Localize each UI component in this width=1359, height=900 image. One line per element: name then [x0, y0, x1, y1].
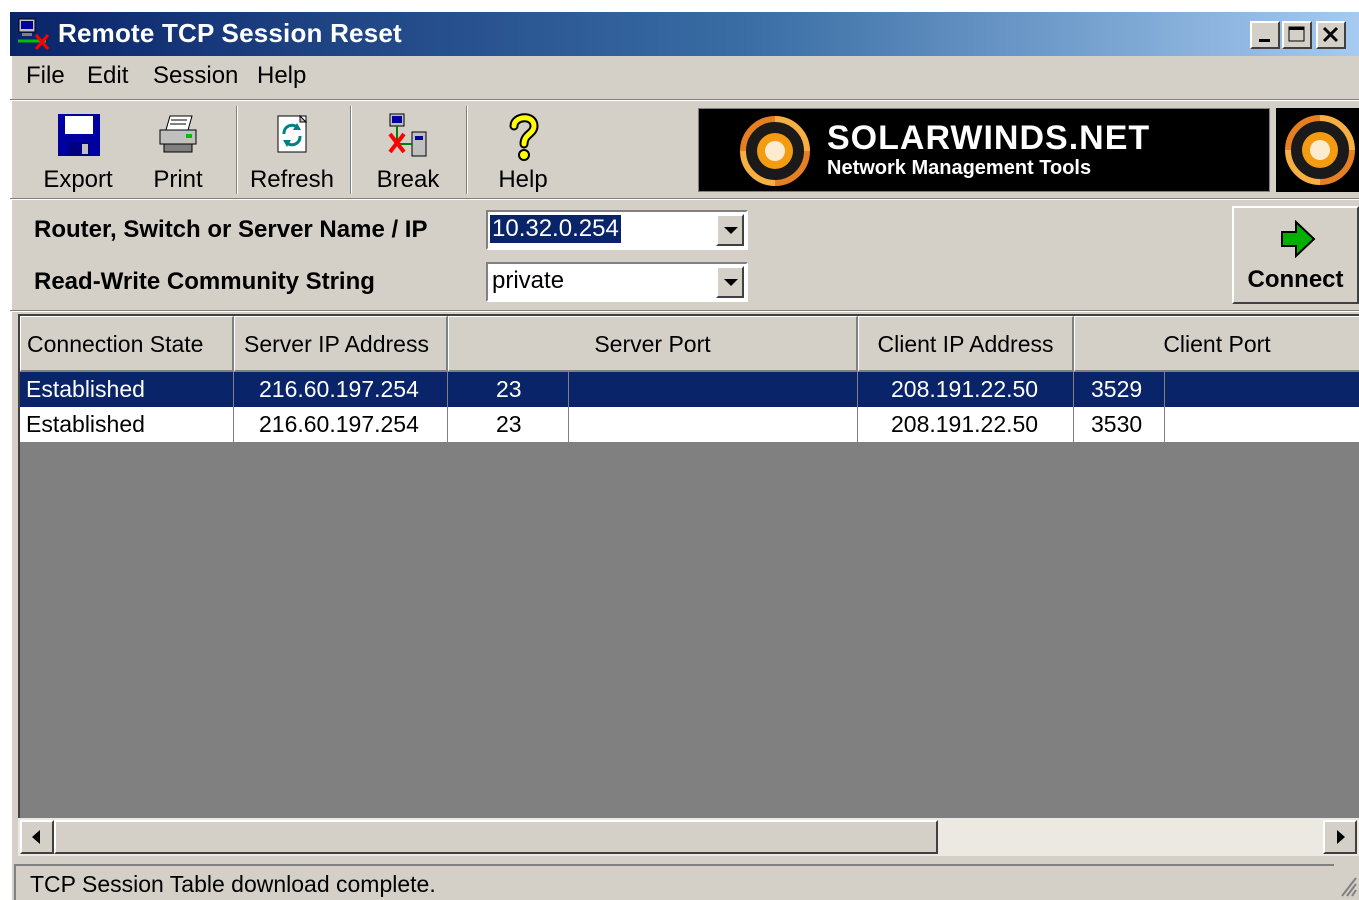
connect-label: Connect — [1247, 266, 1344, 293]
cell-server-port: 23 — [448, 407, 569, 442]
router-dropdown-button[interactable] — [716, 214, 744, 246]
toolbar-separator — [466, 106, 468, 194]
community-label: Read-Write Community String — [34, 268, 375, 295]
table-row[interactable]: Established 216.60.197.254 23 208.191.22… — [20, 407, 1359, 443]
menu-bar: File Edit Session Help — [10, 56, 1359, 98]
close-icon — [1322, 26, 1339, 43]
print-button[interactable]: Print — [138, 104, 218, 196]
cell-client-ip: 208.191.22.50 — [858, 372, 1074, 407]
cell-blank — [569, 372, 858, 407]
scroll-right-button[interactable] — [1323, 820, 1357, 854]
cell-server-ip: 216.60.197.254 — [234, 407, 448, 442]
minimize-button[interactable] — [1250, 21, 1280, 49]
arrow-right-icon — [1337, 830, 1345, 844]
column-header-client-port[interactable]: Client Port — [1074, 316, 1359, 372]
column-header-client-ip[interactable]: Client IP Address — [858, 316, 1074, 372]
column-header-connection-state[interactable]: Connection State — [20, 316, 234, 372]
export-button[interactable]: Export — [32, 104, 124, 196]
arrow-right-icon — [1281, 220, 1316, 258]
column-header-server-ip[interactable]: Server IP Address — [234, 316, 448, 372]
menu-edit[interactable]: Edit — [87, 62, 128, 90]
question-mark-icon — [509, 113, 539, 161]
solarwinds-logo-icon — [740, 116, 810, 186]
router-combo[interactable]: 10.32.0.254 — [486, 210, 748, 250]
menu-help[interactable]: Help — [257, 62, 306, 90]
brand-tagline: Network Management Tools — [827, 157, 1092, 179]
floppy-disk-icon — [58, 114, 100, 156]
close-button[interactable] — [1316, 21, 1346, 49]
cell-client-port: 3529 — [1074, 372, 1165, 407]
print-label: Print — [153, 166, 203, 193]
menu-file[interactable]: File — [26, 62, 65, 90]
form-divider — [10, 310, 1359, 312]
cell-connection-state: Established — [20, 407, 234, 442]
community-combo[interactable]: private — [486, 262, 748, 302]
cell-server-ip: 216.60.197.254 — [234, 372, 448, 407]
break-connection-icon — [388, 113, 427, 157]
router-input[interactable]: 10.32.0.254 — [490, 215, 621, 243]
toolbar-separator — [236, 106, 238, 194]
menu-session[interactable]: Session — [153, 62, 238, 90]
solarwinds-banner[interactable]: SOLARWINDS.NET Network Management Tools — [698, 108, 1270, 192]
app-icon — [18, 18, 50, 50]
router-label: Router, Switch or Server Name / IP — [34, 216, 428, 243]
cell-server-port: 23 — [448, 372, 569, 407]
refresh-icon — [277, 114, 308, 153]
cell-blank — [569, 407, 858, 442]
solarwinds-logo-icon — [1285, 115, 1355, 185]
cell-client-ip: 208.191.22.50 — [858, 407, 1074, 442]
cell-connection-state: Established — [20, 372, 234, 407]
status-pane: TCP Session Table download complete. — [14, 864, 1334, 900]
break-button[interactable]: Break — [362, 104, 454, 196]
printer-icon — [159, 115, 197, 153]
cell-client-port: 3530 — [1074, 407, 1165, 442]
brand-name: SOLARWINDS.NET — [827, 119, 1151, 157]
help-button[interactable]: Help — [480, 104, 566, 196]
break-label: Break — [376, 166, 440, 193]
title-bar[interactable]: Remote TCP Session Reset — [10, 12, 1359, 56]
connect-button[interactable]: Connect — [1232, 206, 1359, 304]
solarwinds-banner-logo — [1276, 108, 1359, 192]
column-header-server-port[interactable]: Server Port — [448, 316, 858, 372]
arrow-left-icon — [32, 830, 40, 844]
window-title: Remote TCP Session Reset — [58, 18, 402, 48]
scroll-thumb[interactable] — [54, 820, 938, 854]
maximize-icon — [1288, 26, 1305, 42]
connection-form: Router, Switch or Server Name / IP 10.32… — [10, 200, 1359, 310]
export-label: Export — [43, 166, 113, 193]
horizontal-scrollbar[interactable] — [18, 818, 1359, 856]
table-row[interactable]: Established 216.60.197.254 23 208.191.22… — [20, 372, 1359, 407]
resize-grip-icon[interactable] — [1336, 870, 1358, 898]
status-bar: TCP Session Table download complete. — [14, 862, 1359, 900]
scroll-left-button[interactable] — [20, 820, 54, 854]
toolbar-separator — [350, 106, 352, 194]
minimize-icon — [1259, 39, 1270, 42]
refresh-button[interactable]: Refresh — [246, 104, 338, 196]
status-text: TCP Session Table download complete. — [30, 871, 436, 897]
session-table: Connection State Server IP Address Serve… — [18, 314, 1359, 852]
cell-blank — [1165, 407, 1359, 442]
cell-blank — [1165, 372, 1359, 407]
help-label: Help — [498, 166, 548, 193]
refresh-label: Refresh — [249, 166, 335, 193]
maximize-button[interactable] — [1282, 21, 1312, 49]
community-input[interactable]: private — [490, 267, 566, 295]
community-dropdown-button[interactable] — [716, 266, 744, 298]
